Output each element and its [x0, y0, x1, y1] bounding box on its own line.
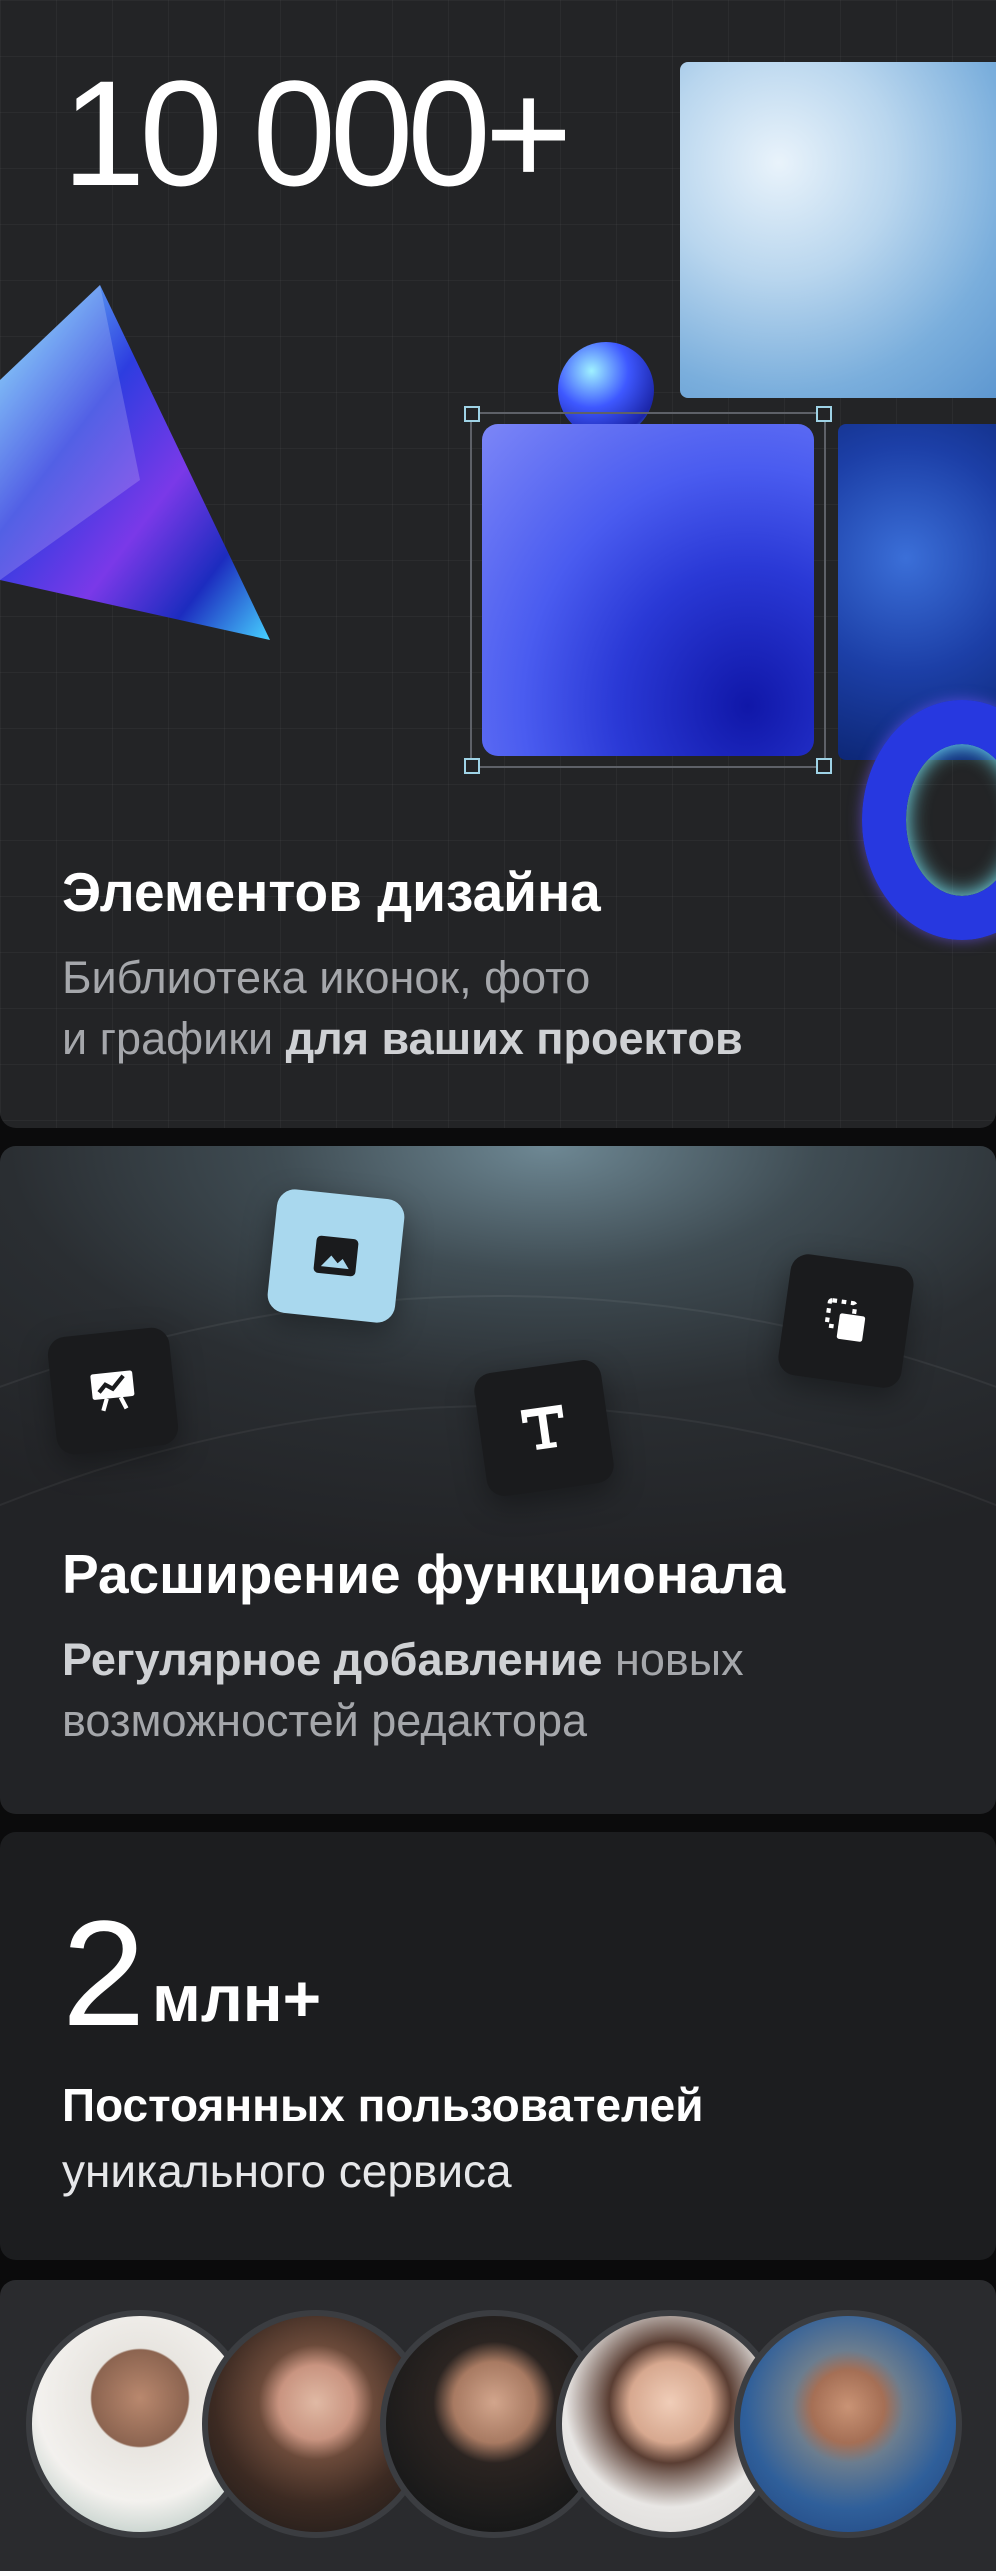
- sky-photo: [680, 62, 996, 398]
- resize-handle-bottom-left[interactable]: [464, 758, 480, 774]
- abstract-wave-image: [482, 424, 814, 756]
- image-icon: [313, 1235, 359, 1277]
- users-subtitle: уникального сервиса: [62, 2145, 512, 2197]
- text-icon: [520, 1404, 564, 1450]
- users-count-number: 2: [62, 1889, 145, 2057]
- users-count-unit: млн+: [152, 1961, 322, 2035]
- avatar-man-cap: [734, 2310, 962, 2538]
- presentation-tool-tile[interactable]: [46, 1325, 180, 1457]
- elements-subtitle-line1: Библиотека иконок, фото: [62, 952, 591, 1003]
- resize-handle-bottom-right[interactable]: [816, 758, 832, 774]
- presentation-icon: [90, 1370, 135, 1412]
- resize-handle-top-left[interactable]: [464, 406, 480, 422]
- features-subtitle-emphasis: Регулярное добавление: [62, 1634, 603, 1685]
- text-tool-tile[interactable]: [471, 1357, 617, 1499]
- features-title: Расширение функционала: [62, 1543, 786, 1605]
- image-tool-tile[interactable]: [265, 1187, 407, 1325]
- elements-subtitle-line2: и графики: [62, 1012, 286, 1064]
- holographic-pyramid-image: [0, 285, 270, 640]
- features-card: Расширение функционала Регулярное добавл…: [0, 1146, 996, 1814]
- elements-subtitle-emphasis: для ваших проектов: [285, 1012, 743, 1064]
- layers-tool-tile[interactable]: [776, 1251, 916, 1391]
- elements-title: Элементов дизайна: [62, 861, 601, 923]
- users-title: Постоянных пользователей: [62, 2079, 704, 2131]
- features-subtitle-line1: новых: [602, 1634, 744, 1685]
- layers-icon: [824, 1298, 866, 1342]
- elements-count: 10 000+: [62, 49, 572, 217]
- design-elements-card: 10 000+ Элементов дизайна Библиотека ико…: [0, 0, 996, 1128]
- features-subtitle-line2: возможностей редактора: [62, 1694, 587, 1746]
- elements-subtitle: Библиотека иконок, фото и графики для ва…: [62, 948, 942, 1070]
- selected-abstract-image[interactable]: [464, 406, 832, 774]
- resize-handle-top-right[interactable]: [816, 406, 832, 422]
- features-subtitle: Регулярное добавление новых возможностей…: [62, 1630, 942, 1752]
